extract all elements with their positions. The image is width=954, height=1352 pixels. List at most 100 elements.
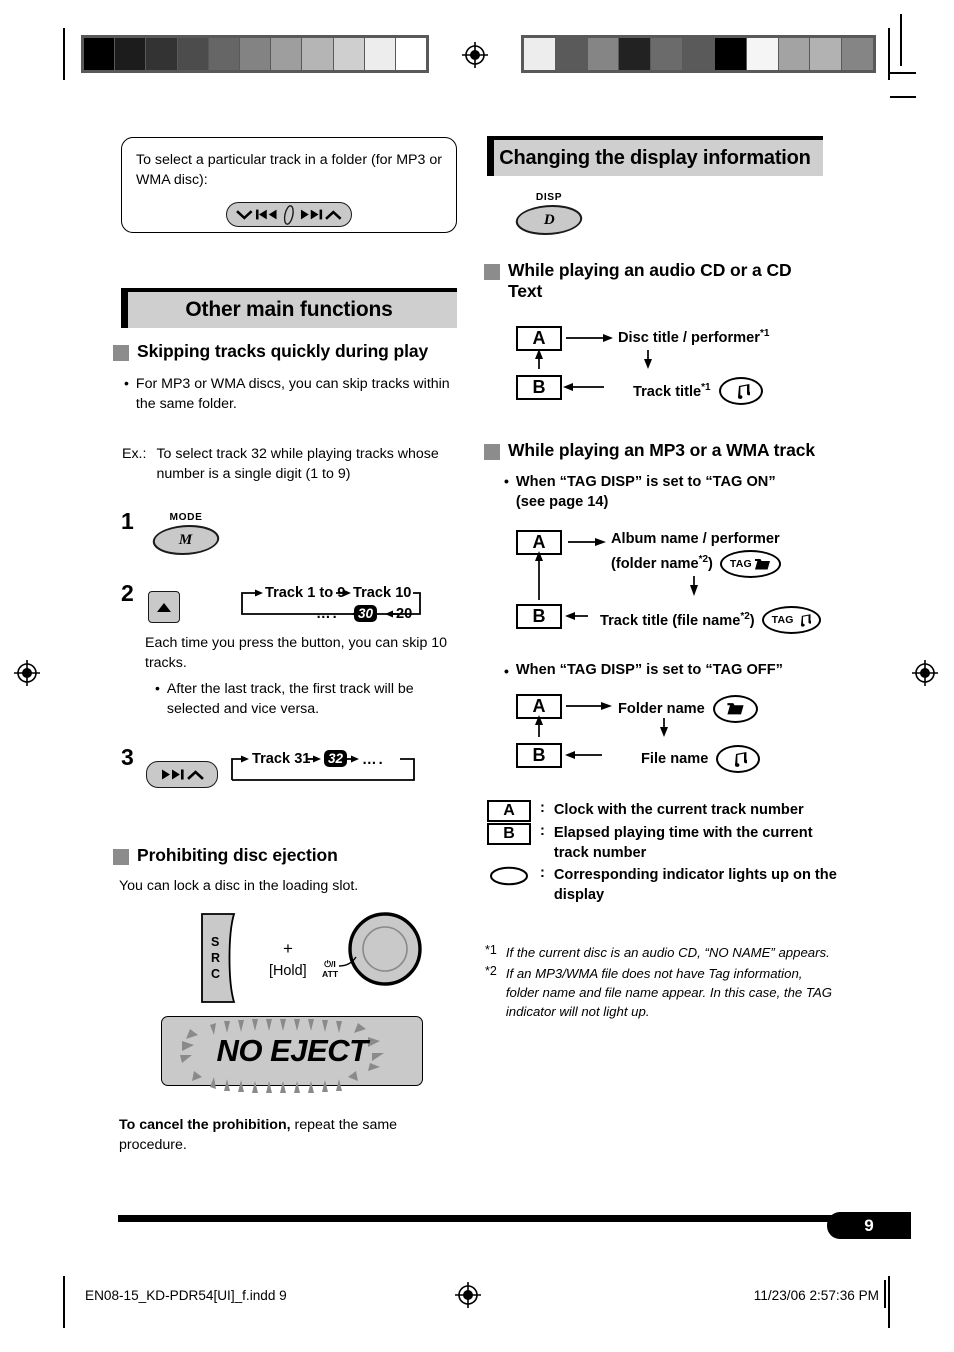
subheading-audio-cd-text: While playing an audio CD or a CD Text bbox=[484, 260, 824, 303]
src-button-icon[interactable]: SRC bbox=[198, 912, 250, 1009]
no-eject-display: NO EJECT bbox=[161, 1016, 423, 1093]
tag-music-note-indicator-icon: TAG bbox=[761, 606, 821, 634]
disp-key[interactable]: DISP D bbox=[512, 192, 586, 235]
example-row: Ex.: To select track 32 while playing tr… bbox=[122, 444, 462, 484]
flow-label-ellipsis: …. bbox=[316, 606, 339, 622]
subheading-marker-icon bbox=[113, 345, 129, 361]
crop-line-left-top bbox=[63, 28, 65, 80]
b-target-text: File name bbox=[641, 751, 709, 767]
rocker-skip-key-icon[interactable] bbox=[226, 202, 352, 228]
music-note-icon bbox=[737, 383, 750, 399]
color-calibration-bar-left bbox=[81, 35, 429, 73]
flow-label-track-32: 32 bbox=[324, 750, 348, 767]
triangle-up-icon bbox=[157, 602, 171, 612]
rewind-icon bbox=[255, 209, 277, 220]
power-att-knob-icon[interactable] bbox=[347, 911, 423, 992]
flow-label-track-1-9: Track 1 to 9 bbox=[265, 585, 346, 601]
music-note-indicator-icon bbox=[716, 745, 761, 773]
bullet-tag-off: • When “TAG DISP” is set to “TAG OFF” bbox=[504, 662, 834, 681]
mode-key[interactable]: MODE M bbox=[149, 512, 223, 555]
disp-key-label: DISP bbox=[535, 192, 563, 203]
subheading-marker-icon bbox=[484, 444, 500, 460]
plus-sign: + bbox=[283, 939, 293, 958]
tag-on-a-label: Album name / performer (folder name*2) T… bbox=[611, 529, 781, 579]
flow-label-track-20: 20 bbox=[396, 606, 413, 622]
legend-symbol-b: B bbox=[487, 823, 531, 845]
example-text: To select track 32 while playing tracks … bbox=[156, 446, 439, 483]
footnote-mark: *1 bbox=[485, 943, 497, 957]
legend-colon: : bbox=[540, 800, 545, 816]
fast-forward-key-icon[interactable] bbox=[146, 761, 218, 788]
subheading-skipping-tracks: Skipping tracks quickly during play bbox=[113, 341, 463, 362]
bullet-dot-icon: • bbox=[504, 663, 509, 679]
tag-folder-indicator-icon: TAG bbox=[719, 550, 781, 579]
tag-off-text: When “TAG DISP” is set to “TAG OFF” bbox=[515, 662, 783, 678]
up-arrow-key-icon[interactable] bbox=[148, 591, 180, 623]
folder-indicator-icon bbox=[712, 695, 758, 723]
folder-icon bbox=[727, 703, 744, 715]
subheading-marker-icon bbox=[113, 849, 129, 865]
folder-icon bbox=[754, 558, 770, 570]
a-target-text: Disc title / performer bbox=[618, 329, 760, 346]
bullet-dot-icon: • bbox=[504, 473, 509, 489]
b-target-end: ) bbox=[749, 612, 755, 629]
footer-rule bbox=[118, 1215, 911, 1222]
cd-flow-b-label: Track title*1 bbox=[633, 377, 763, 405]
registration-mark-right bbox=[912, 660, 938, 686]
legend-text: Elapsed playing time with the current tr… bbox=[553, 825, 813, 862]
subheading-mp3-wma-track: While playing an MP3 or a WMA track bbox=[484, 440, 834, 461]
subheading-label: While playing an MP3 or a WMA track bbox=[508, 440, 816, 460]
b-target-text: Track title bbox=[633, 383, 702, 400]
chevron-down-icon bbox=[236, 210, 253, 220]
subheading-prohibiting-disc-ejection: Prohibiting disc ejection bbox=[113, 845, 463, 866]
callout-leader-line bbox=[338, 956, 357, 967]
legend-row: B : Elapsed playing time with the curren… bbox=[487, 823, 837, 864]
bullet-text: For MP3 or WMA discs, you can skip track… bbox=[135, 376, 450, 413]
tag-off-a-label: Folder name bbox=[618, 695, 758, 723]
music-note-icon bbox=[800, 613, 811, 627]
disp-key-oval-icon[interactable]: D bbox=[512, 205, 586, 235]
footnote-list: *1 If the current disc is an audio CD, “… bbox=[485, 943, 837, 1022]
a-target-footnote-mark: *2 bbox=[698, 554, 709, 566]
flow-label-ellipsis: …. bbox=[362, 752, 385, 768]
key-divider-icon bbox=[284, 204, 294, 225]
oval-icon bbox=[490, 866, 528, 886]
page-number-badge: 9 bbox=[827, 1212, 911, 1239]
banner-top-rule bbox=[487, 136, 823, 140]
legend-symbol-oval-icon bbox=[487, 865, 531, 887]
tag-on-display-flow: A B Album name / performer (folder name*… bbox=[516, 530, 846, 638]
cancel-prohibition-text: To cancel the prohibition, repeat the sa… bbox=[119, 1115, 459, 1155]
mode-key-glyph: M bbox=[179, 531, 193, 548]
mode-key-oval-icon[interactable]: M bbox=[149, 525, 223, 555]
subheading-marker-icon bbox=[484, 264, 500, 280]
step-2-description: Each time you press the button, you can … bbox=[145, 635, 448, 672]
no-eject-text: NO EJECT bbox=[216, 1033, 368, 1068]
footnote-text: If the current disc is an audio CD, “NO … bbox=[505, 945, 830, 960]
banner-title: Other main functions bbox=[185, 298, 393, 321]
legend-symbol-a: A bbox=[487, 800, 531, 822]
footer-separator-line bbox=[884, 1280, 886, 1308]
power-att-label: ⏻/I ATT bbox=[322, 959, 338, 980]
banner-top-rule bbox=[121, 288, 457, 292]
registration-mark-left bbox=[14, 660, 40, 686]
chevron-up-icon bbox=[187, 769, 204, 780]
crop-line-bottom-right bbox=[888, 1276, 890, 1328]
tag-on-line-2: (see page 14) bbox=[515, 494, 609, 511]
tag-on-b-label: Track title (file name*2) TAG bbox=[600, 606, 821, 634]
step-2-bullet: • After the last track, the first track … bbox=[155, 679, 459, 719]
step-3-flow-diagram: Track 31 32 …. bbox=[228, 750, 420, 790]
fast-forward-icon bbox=[300, 209, 322, 220]
cancel-prohibition-bold: To cancel the prohibition, bbox=[119, 1117, 291, 1133]
fast-forward-icon bbox=[162, 769, 184, 780]
step-1-number: 1 bbox=[121, 508, 134, 534]
tag-on-line-1: When “TAG DISP” is set to “TAG ON” bbox=[515, 474, 776, 490]
crop-line-bottom-left bbox=[63, 1276, 65, 1328]
legend-text: Corresponding indicator lights up on the… bbox=[553, 866, 837, 904]
disp-key-glyph: D bbox=[543, 211, 555, 228]
subheading-label: While playing an audio CD or a CD Text bbox=[508, 260, 792, 302]
step-2-number: 2 bbox=[121, 580, 134, 606]
flow-label-track-30: 30 bbox=[354, 605, 378, 622]
chevron-up-icon bbox=[325, 210, 342, 220]
tag-indicator-label: TAG bbox=[729, 557, 752, 570]
legend-colon: : bbox=[540, 823, 545, 839]
